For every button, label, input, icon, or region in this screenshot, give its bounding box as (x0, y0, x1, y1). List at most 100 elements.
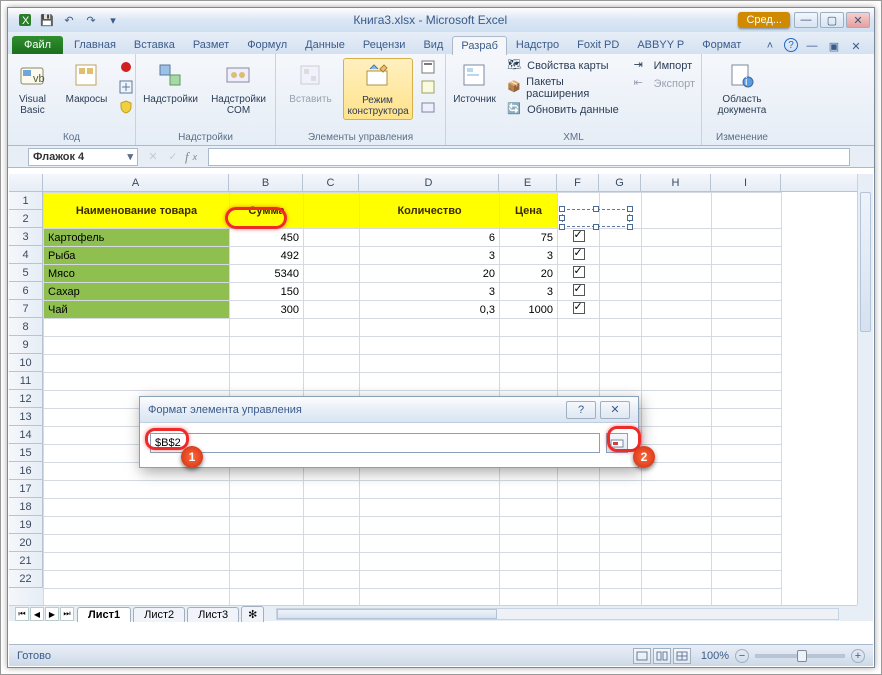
cell[interactable] (558, 589, 600, 606)
cell[interactable] (600, 481, 642, 499)
cell[interactable] (44, 337, 230, 355)
cell[interactable] (360, 589, 500, 606)
cell[interactable] (712, 427, 782, 445)
ribbon-tab[interactable]: Вставка (125, 35, 184, 54)
cell[interactable] (44, 589, 230, 606)
header-cell[interactable] (304, 193, 360, 229)
checkbox-icon[interactable] (573, 248, 585, 260)
macro-security-icon[interactable] (117, 98, 135, 116)
cell[interactable] (712, 391, 782, 409)
cell[interactable] (304, 229, 360, 247)
cell[interactable] (304, 535, 360, 553)
cell[interactable] (600, 283, 642, 301)
row-header[interactable]: 22 (9, 570, 43, 588)
cell[interactable] (44, 535, 230, 553)
maximize-button[interactable]: ▢ (820, 12, 844, 28)
cell[interactable] (44, 571, 230, 589)
row-header[interactable]: 16 (9, 462, 43, 480)
cell[interactable] (600, 553, 642, 571)
cell[interactable] (642, 553, 712, 571)
column-header[interactable]: A (43, 174, 229, 191)
file-tab[interactable]: Файл (12, 36, 63, 54)
cell[interactable] (642, 481, 712, 499)
row-header[interactable]: 19 (9, 516, 43, 534)
tab-nav-prev-icon[interactable]: ◀ (30, 607, 44, 621)
cell[interactable] (712, 247, 782, 265)
cell[interactable] (712, 445, 782, 463)
cell[interactable] (642, 463, 712, 481)
cell[interactable] (304, 571, 360, 589)
sheet-tab[interactable]: Лист2 (133, 607, 185, 622)
ribbon-tab[interactable]: Вид (414, 35, 452, 54)
view-page-break-icon[interactable] (673, 648, 691, 664)
cell[interactable] (230, 517, 304, 535)
row-header[interactable]: 15 (9, 444, 43, 462)
cell[interactable] (712, 499, 782, 517)
column-header[interactable]: F (557, 174, 599, 191)
cell[interactable] (558, 553, 600, 571)
cell[interactable] (712, 319, 782, 337)
cell[interactable] (600, 517, 642, 535)
cell[interactable] (230, 373, 304, 391)
view-code-icon[interactable] (419, 78, 437, 96)
checkbox-cell[interactable] (558, 229, 600, 247)
cell[interactable] (600, 355, 642, 373)
vertical-scrollbar[interactable] (857, 174, 873, 605)
cell[interactable] (600, 535, 642, 553)
dialog-help-button[interactable]: ? (566, 401, 596, 419)
cell[interactable] (642, 571, 712, 589)
qat-more-icon[interactable]: ▾ (104, 11, 122, 29)
column-header[interactable]: E (499, 174, 557, 191)
name-box[interactable]: Флажок 4 ▾ (28, 148, 138, 166)
cell[interactable] (642, 427, 712, 445)
visual-basic-button[interactable]: vb Visual Basic (9, 58, 57, 116)
cell[interactable] (642, 517, 712, 535)
cell[interactable] (230, 571, 304, 589)
xml-source-button[interactable]: Источник (452, 58, 497, 105)
column-header[interactable]: G (599, 174, 641, 191)
row-header[interactable]: 5 (9, 264, 43, 282)
cell[interactable] (44, 499, 230, 517)
cell[interactable] (600, 319, 642, 337)
ribbon-tab[interactable]: Foxit PD (568, 35, 628, 54)
cell[interactable] (558, 337, 600, 355)
cell[interactable]: 3 (500, 247, 558, 265)
cell[interactable] (642, 319, 712, 337)
cell[interactable]: Чай (44, 301, 230, 319)
row-header[interactable]: 10 (9, 354, 43, 372)
namebox-dropdown-icon[interactable]: ▾ (127, 150, 133, 163)
cell[interactable] (360, 355, 500, 373)
column-header[interactable]: D (359, 174, 499, 191)
relative-refs-icon[interactable] (117, 78, 135, 96)
row-header[interactable]: 14 (9, 426, 43, 444)
cell[interactable] (500, 499, 558, 517)
ribbon-tab[interactable]: Формул (238, 35, 296, 54)
cell[interactable]: 492 (230, 247, 304, 265)
cell[interactable] (230, 535, 304, 553)
cell[interactable] (712, 589, 782, 606)
zoom-slider[interactable] (755, 654, 845, 658)
ribbon-minimize-icon[interactable]: ˄ (762, 38, 778, 54)
cell[interactable] (360, 499, 500, 517)
cell[interactable]: 0,3 (360, 301, 500, 319)
xml-export[interactable]: ⇤Экспорт (634, 76, 695, 92)
cell[interactable] (230, 499, 304, 517)
cell[interactable] (600, 247, 642, 265)
cell[interactable] (360, 481, 500, 499)
mdi-restore-icon[interactable]: ▣ (826, 38, 842, 54)
cell[interactable] (642, 499, 712, 517)
cell[interactable]: 6 (360, 229, 500, 247)
cell[interactable]: 3 (360, 247, 500, 265)
cell[interactable] (600, 229, 642, 247)
cell[interactable] (642, 247, 712, 265)
ribbon-tab[interactable]: Разраб (452, 36, 507, 55)
cell[interactable] (712, 481, 782, 499)
mdi-minimize-icon[interactable]: — (804, 38, 820, 54)
cell[interactable] (600, 589, 642, 606)
cell[interactable] (600, 301, 642, 319)
row-header[interactable]: 4 (9, 246, 43, 264)
sheet-tab[interactable]: Лист3 (187, 607, 239, 622)
row-header[interactable]: 21 (9, 552, 43, 570)
header-cell[interactable]: Количество (360, 193, 500, 229)
row-header[interactable]: 3 (9, 228, 43, 246)
